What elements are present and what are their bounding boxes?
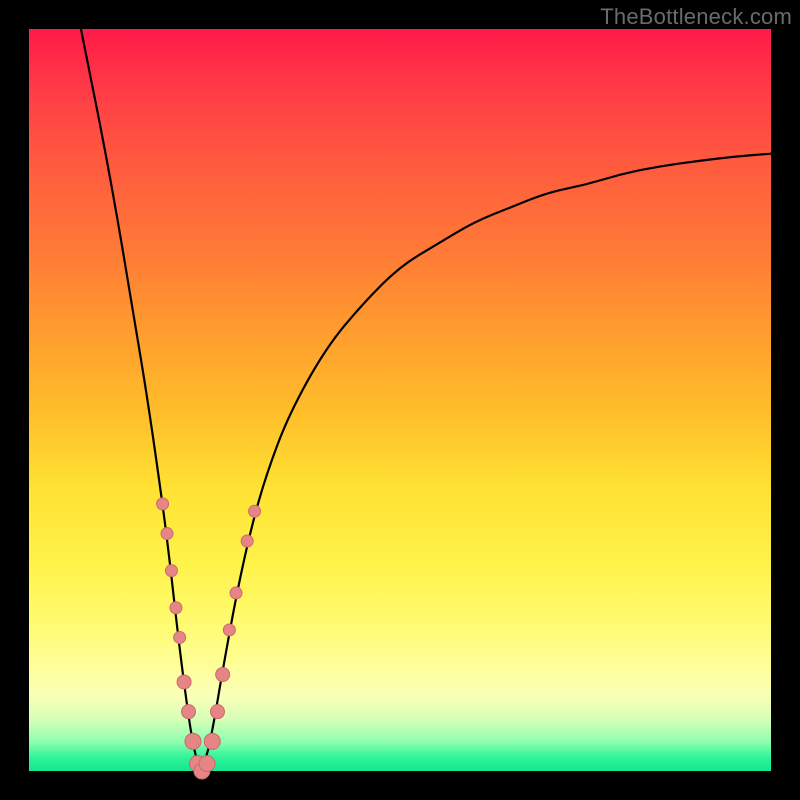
plot-area xyxy=(29,29,771,771)
curve-marker xyxy=(174,631,186,643)
curve-marker xyxy=(199,756,215,772)
curve-marker xyxy=(204,733,220,749)
curve-markers xyxy=(157,498,261,779)
curve-marker xyxy=(157,498,169,510)
curve-marker xyxy=(165,565,177,577)
curve-marker xyxy=(185,733,201,749)
watermark-text: TheBottleneck.com xyxy=(600,4,792,30)
curve-marker xyxy=(182,705,196,719)
chart-svg xyxy=(29,29,771,771)
curve-marker xyxy=(241,535,253,547)
curve-marker xyxy=(210,705,224,719)
curve-marker xyxy=(177,675,191,689)
outer-frame: TheBottleneck.com xyxy=(0,0,800,800)
curve-marker xyxy=(161,528,173,540)
curve-marker xyxy=(170,602,182,614)
curve-marker xyxy=(230,587,242,599)
bottleneck-curve xyxy=(81,29,771,766)
curve-marker xyxy=(223,624,235,636)
curve-marker xyxy=(216,668,230,682)
curve-marker xyxy=(249,505,261,517)
